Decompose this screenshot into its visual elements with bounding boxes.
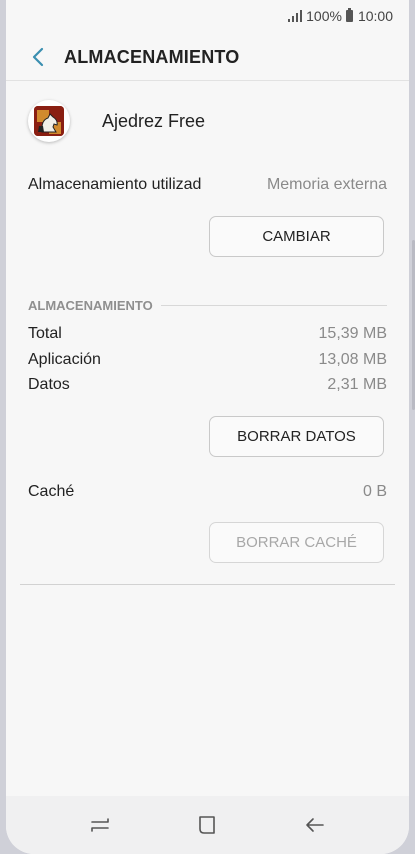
storage-row-label: Datos	[28, 376, 70, 393]
content-divider	[20, 584, 395, 585]
app-info: Ajedrez Free	[28, 100, 205, 142]
signal-icon	[288, 10, 303, 22]
storage-location-value: Memoria externa	[266, 176, 387, 193]
battery-icon	[345, 8, 353, 22]
battery-percent: 100%	[306, 8, 342, 24]
clear-cache-button[interactable]: BORRAR CACHÉ	[209, 522, 384, 563]
back-nav-button[interactable]	[295, 805, 335, 845]
status-bar: 100% 10:00	[6, 0, 409, 32]
storage-row-value: 15,39 MB	[318, 325, 387, 342]
chess-app-icon	[28, 100, 70, 142]
change-button[interactable]: CAMBIAR	[209, 216, 384, 257]
clear-data-button[interactable]: BORRAR DATOS	[209, 416, 384, 457]
storage-location-label: Almacenamiento utilizad	[28, 176, 202, 193]
app-name: Ajedrez Free	[102, 110, 206, 131]
navigation-bar	[6, 796, 409, 854]
page-title: ALMACENAMIENTO	[64, 46, 240, 67]
storage-row-total: Total 15,39 MB	[28, 325, 387, 343]
chevron-left-icon	[32, 47, 44, 67]
recent-apps-icon	[91, 818, 109, 832]
storage-section-header: ALMACENAMIENTO	[28, 298, 387, 313]
recent-apps-button[interactable]	[80, 805, 120, 845]
app-bar: ALMACENAMIENTO	[6, 34, 409, 81]
phone-screen: 100% 10:00 ALMACENAMIENTO Ajedrez Free A…	[6, 0, 409, 854]
clock: 10:00	[357, 8, 393, 24]
cache-value: 0 B	[362, 483, 387, 500]
storage-row-value: 2,31 MB	[327, 376, 387, 393]
storage-section-title: ALMACENAMIENTO	[28, 298, 153, 313]
home-icon	[199, 816, 216, 834]
storage-row-label: Aplicación	[28, 351, 101, 368]
storage-row-data: Datos 2,31 MB	[28, 376, 387, 394]
section-divider	[160, 305, 387, 306]
storage-row-value: 13,08 MB	[318, 351, 387, 368]
storage-location-row: Almacenamiento utilizad Memoria externa	[28, 176, 387, 194]
storage-row-app: Aplicación 13,08 MB	[28, 351, 387, 369]
cache-row: Caché 0 B	[28, 483, 387, 501]
storage-row-label: Total	[28, 325, 62, 342]
back-arrow-icon	[306, 818, 324, 832]
home-button[interactable]	[187, 805, 227, 845]
back-button[interactable]	[18, 37, 58, 77]
cache-label: Caché	[28, 483, 75, 500]
